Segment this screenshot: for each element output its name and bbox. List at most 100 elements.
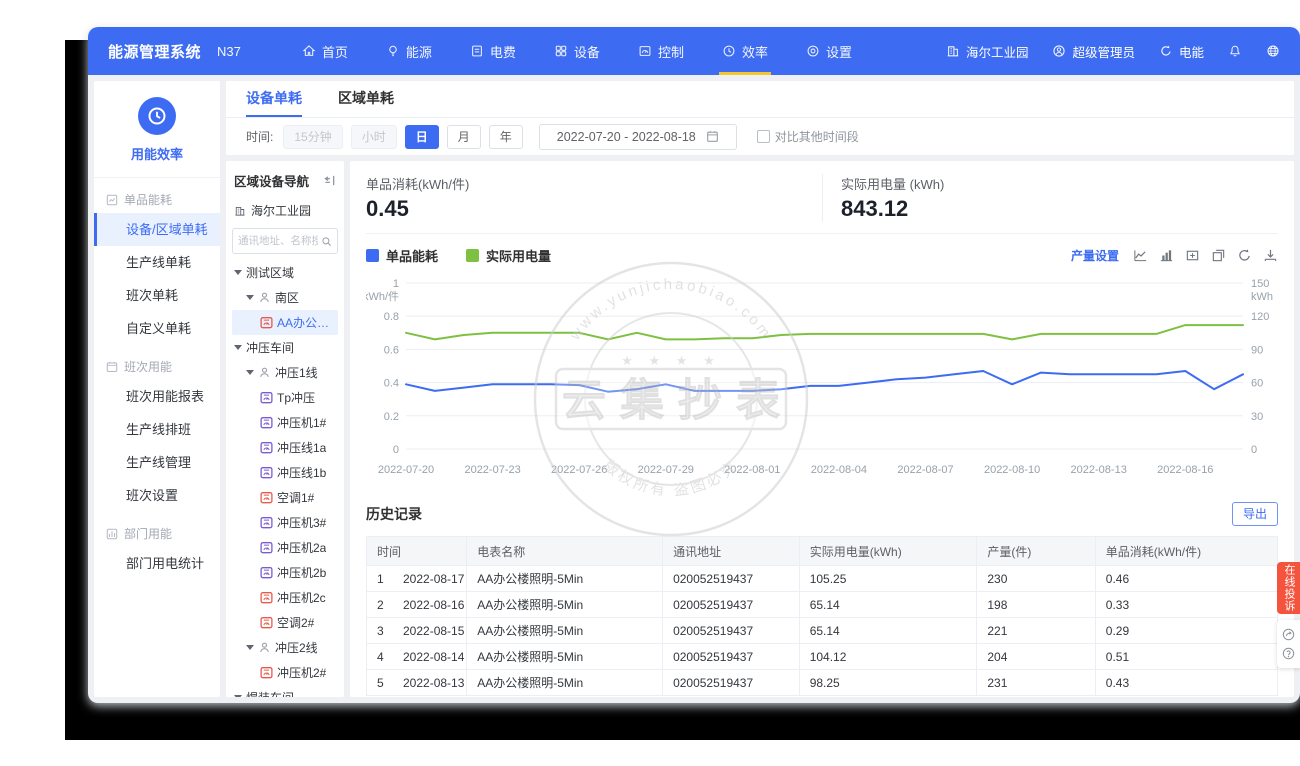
caret-down-icon[interactable] [234,695,242,697]
caret-down-icon[interactable] [246,370,254,375]
user-icon [1052,44,1066,58]
online-complaint-tab[interactable]: 在线投诉 [1277,562,1300,614]
workspace-code: N37 [217,43,241,59]
nav-item-6[interactable]: 设置 [787,27,871,75]
granularity-button[interactable]: 年 [488,124,523,149]
table-row[interactable]: 2 2022-08-16 AA办公楼照明-5Min 020052519437 65… [365,591,1279,618]
tree-node[interactable]: 冲压机2c [232,585,338,610]
content-panel: 单品消耗(kWh/件) 0.45 实际用电量 (kWh) 843.12 单品能耗 实际用… [350,161,1294,697]
department-icon [106,528,118,540]
zoom-restore-icon[interactable] [1211,248,1226,263]
sidebar-group-title: 单品能耗 [94,178,220,213]
tree-nodes: 测试区域南区AA办公楼照明...冲压车间冲压1线Tp冲压冲压机1#冲压线1a冲压… [232,260,338,697]
granularity-button[interactable]: 日 [404,124,439,149]
granularity-button[interactable]: 小时 [350,124,397,149]
sidebar-item[interactable]: 班次用能报表 [94,380,220,413]
meter-icon [260,466,273,479]
tabs-row: 设备单耗 区域单耗 [226,81,1294,118]
sidebar-item[interactable]: 班次设置 [94,479,220,512]
tree-node[interactable]: 焊装车间 [232,685,338,697]
sidebar-group-title: 部门用能 [94,512,220,547]
granularity-button[interactable]: 月 [446,124,481,149]
legend-item[interactable]: 单品能耗 [366,246,438,265]
sidebar-item[interactable]: 生产线管理 [94,446,220,479]
energy-mode-switch[interactable]: 电能 [1159,42,1204,61]
chart-svg[interactable]: 0 0.2 0.4 0.6 0.8 1kWh/件 0 30 60 90 120 150kWh 2022-… [363,269,1291,481]
refresh-icon[interactable] [1237,248,1252,263]
module-title: 用能效率 [130,147,183,162]
park-selector[interactable]: 海尔工业园 [946,42,1028,61]
caret-down-icon[interactable] [234,345,242,350]
tree-node[interactable]: AA办公楼照明... [232,310,338,335]
table-row[interactable]: 1 2022-08-17 AA办公楼照明-5Min 020052519437 10… [365,565,1279,592]
line-chart[interactable]: 0 0.2 0.4 0.6 0.8 1 kWh/件 0 30 60 90 120 150 kWh 2022-… [363,269,1278,486]
table-row[interactable]: 5 2022-08-13 AA办公楼照明-5Min 020052519437 98… [365,669,1279,696]
tree-search-input[interactable] [238,235,318,247]
device-icon [554,44,568,58]
zoom-box-icon[interactable] [1185,248,1200,263]
sidebar-item[interactable]: 部门用电统计 [94,547,220,580]
tree-node[interactable]: 空调1# [232,485,338,510]
tree-root-node[interactable]: 海尔工业园 [232,202,338,219]
nav-item-5[interactable]: 效率 [703,27,787,75]
caret-down-icon[interactable] [246,645,254,650]
tree-node[interactable]: 冲压2线 [232,635,338,660]
tree-node[interactable]: 冲压机2a [232,535,338,560]
tab-0[interactable]: 设备单耗 [246,81,302,117]
download-icon[interactable] [1263,248,1278,263]
tree-node[interactable]: 冲压机2b [232,560,338,585]
tree-node[interactable]: 冲压机1# [232,410,338,435]
sidebar-group-title: 班次用能 [94,345,220,380]
export-button[interactable]: 导出 [1231,502,1278,526]
meter-icon [260,666,273,679]
meter-icon [260,516,273,529]
help-icon[interactable] [1282,647,1295,660]
person-icon [258,641,271,654]
tree-node[interactable]: 测试区域 [232,260,338,285]
time-filter-label: 时间: [246,130,274,144]
date-range-picker[interactable]: 2022-07-20 - 2022-08-18 [538,123,737,150]
bar-chart-icon[interactable] [1159,248,1174,263]
tree-node[interactable]: 冲压1线 [232,360,338,385]
nav-item-3[interactable]: 设备 [535,27,619,75]
sidebar-menu: 单品能耗 设备/区域单耗 生产线单耗 班次单耗 自定义单耗 班次用能 班次用能报表 生产线排班… [94,178,220,580]
sidebar-item[interactable]: 设备/区域单耗 [94,213,220,246]
tree-node[interactable]: 南区 [232,285,338,310]
line-chart-icon[interactable] [1133,248,1148,263]
app-window: 能源管理系统 N37 首页 能源 电费 设备 控制 效率 设置 海尔工业园 超级管理员 电能 [88,27,1300,703]
tree-node[interactable]: 冲压线1a [232,435,338,460]
sidebar-item[interactable]: 生产线单耗 [94,246,220,279]
home-icon [302,44,316,58]
caret-down-icon[interactable] [234,270,242,275]
granularity-button[interactable]: 15分钟 [283,124,343,149]
meter-icon [260,541,273,554]
nav-item-1[interactable]: 能源 [367,27,451,75]
tree-node[interactable]: 冲压线1b [232,460,338,485]
compare-checkbox[interactable] [756,130,770,143]
sidebar-item[interactable]: 班次单耗 [94,279,220,312]
bell-icon[interactable] [1228,44,1242,58]
compare-toggle[interactable]: 对比其他时间段 [756,128,859,145]
tree-node[interactable]: 空调2# [232,610,338,635]
product-setting-link[interactable]: 产量设置 [1071,247,1119,264]
nav-item-0[interactable]: 首页 [283,27,367,75]
tree-node[interactable]: 冲压机2# [232,660,338,685]
sidebar-item[interactable]: 生产线排班 [94,413,220,446]
tree-node[interactable]: 冲压机3# [232,510,338,535]
user-role[interactable]: 超级管理员 [1052,42,1135,61]
globe-icon[interactable] [1266,44,1280,58]
collapse-panel-icon[interactable] [323,174,336,187]
legend-item[interactable]: 实际用电量 [466,246,551,265]
sidebar-item[interactable]: 自定义单耗 [94,312,220,345]
tree-title: 区域设备导航 [234,175,310,189]
table-row[interactable]: 3 2022-08-15 AA办公楼照明-5Min 020052519437 65… [365,617,1279,644]
search-icon[interactable] [321,236,332,247]
tab-1[interactable]: 区域单耗 [338,81,394,117]
feedback-icon[interactable] [1282,628,1295,641]
tree-node[interactable]: 冲压车间 [232,335,338,360]
nav-item-2[interactable]: 电费 [451,27,535,75]
table-row[interactable]: 4 2022-08-14 AA办公楼照明-5Min 020052519437 10… [365,643,1279,670]
caret-down-icon[interactable] [246,295,254,300]
tree-node[interactable]: Tp冲压 [232,385,338,410]
nav-item-4[interactable]: 控制 [619,27,703,75]
